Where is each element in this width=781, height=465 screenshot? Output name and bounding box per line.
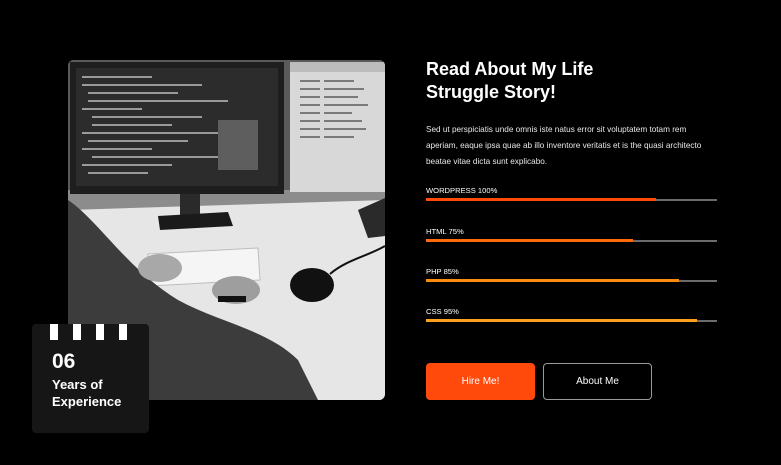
- skill-php: PHP 85%: [426, 266, 717, 282]
- skill-label: HTML 75%: [426, 227, 464, 236]
- skill-css: CSS 95%: [426, 306, 717, 322]
- clapper-stripes: [50, 324, 127, 340]
- experience-card: 06 Years of Experience: [32, 324, 149, 433]
- about-heading-line2: Struggle Story!: [426, 82, 557, 102]
- skill-label: WORDPRESS 100%: [426, 186, 498, 195]
- hire-me-button[interactable]: Hire Me!: [426, 363, 535, 400]
- skill-label: PHP 85%: [426, 267, 459, 276]
- about-heading-line1: Read About My Life: [426, 59, 594, 79]
- about-me-button[interactable]: About Me: [543, 363, 652, 400]
- experience-label-line1: Years of: [52, 377, 103, 392]
- skill-html: HTML 75%: [426, 226, 717, 242]
- experience-number: 06: [52, 350, 76, 373]
- skill-wordpress: WORDPRESS 100%: [426, 185, 717, 201]
- skill-fill: [426, 239, 633, 242]
- about-heading: Read About My Life Struggle Story!: [426, 58, 726, 104]
- stripe: [50, 324, 58, 340]
- about-description: Sed ut perspiciatis unde omnis iste natu…: [426, 125, 702, 166]
- skill-fill: [426, 279, 679, 282]
- stripe: [96, 324, 104, 340]
- stripe: [119, 324, 127, 340]
- skill-fill: [426, 319, 697, 322]
- experience-label: Years of Experience: [52, 376, 142, 410]
- stripe: [73, 324, 81, 340]
- experience-label-line2: Experience: [52, 394, 122, 409]
- skill-fill: [426, 198, 656, 201]
- skill-label: CSS 95%: [426, 307, 459, 316]
